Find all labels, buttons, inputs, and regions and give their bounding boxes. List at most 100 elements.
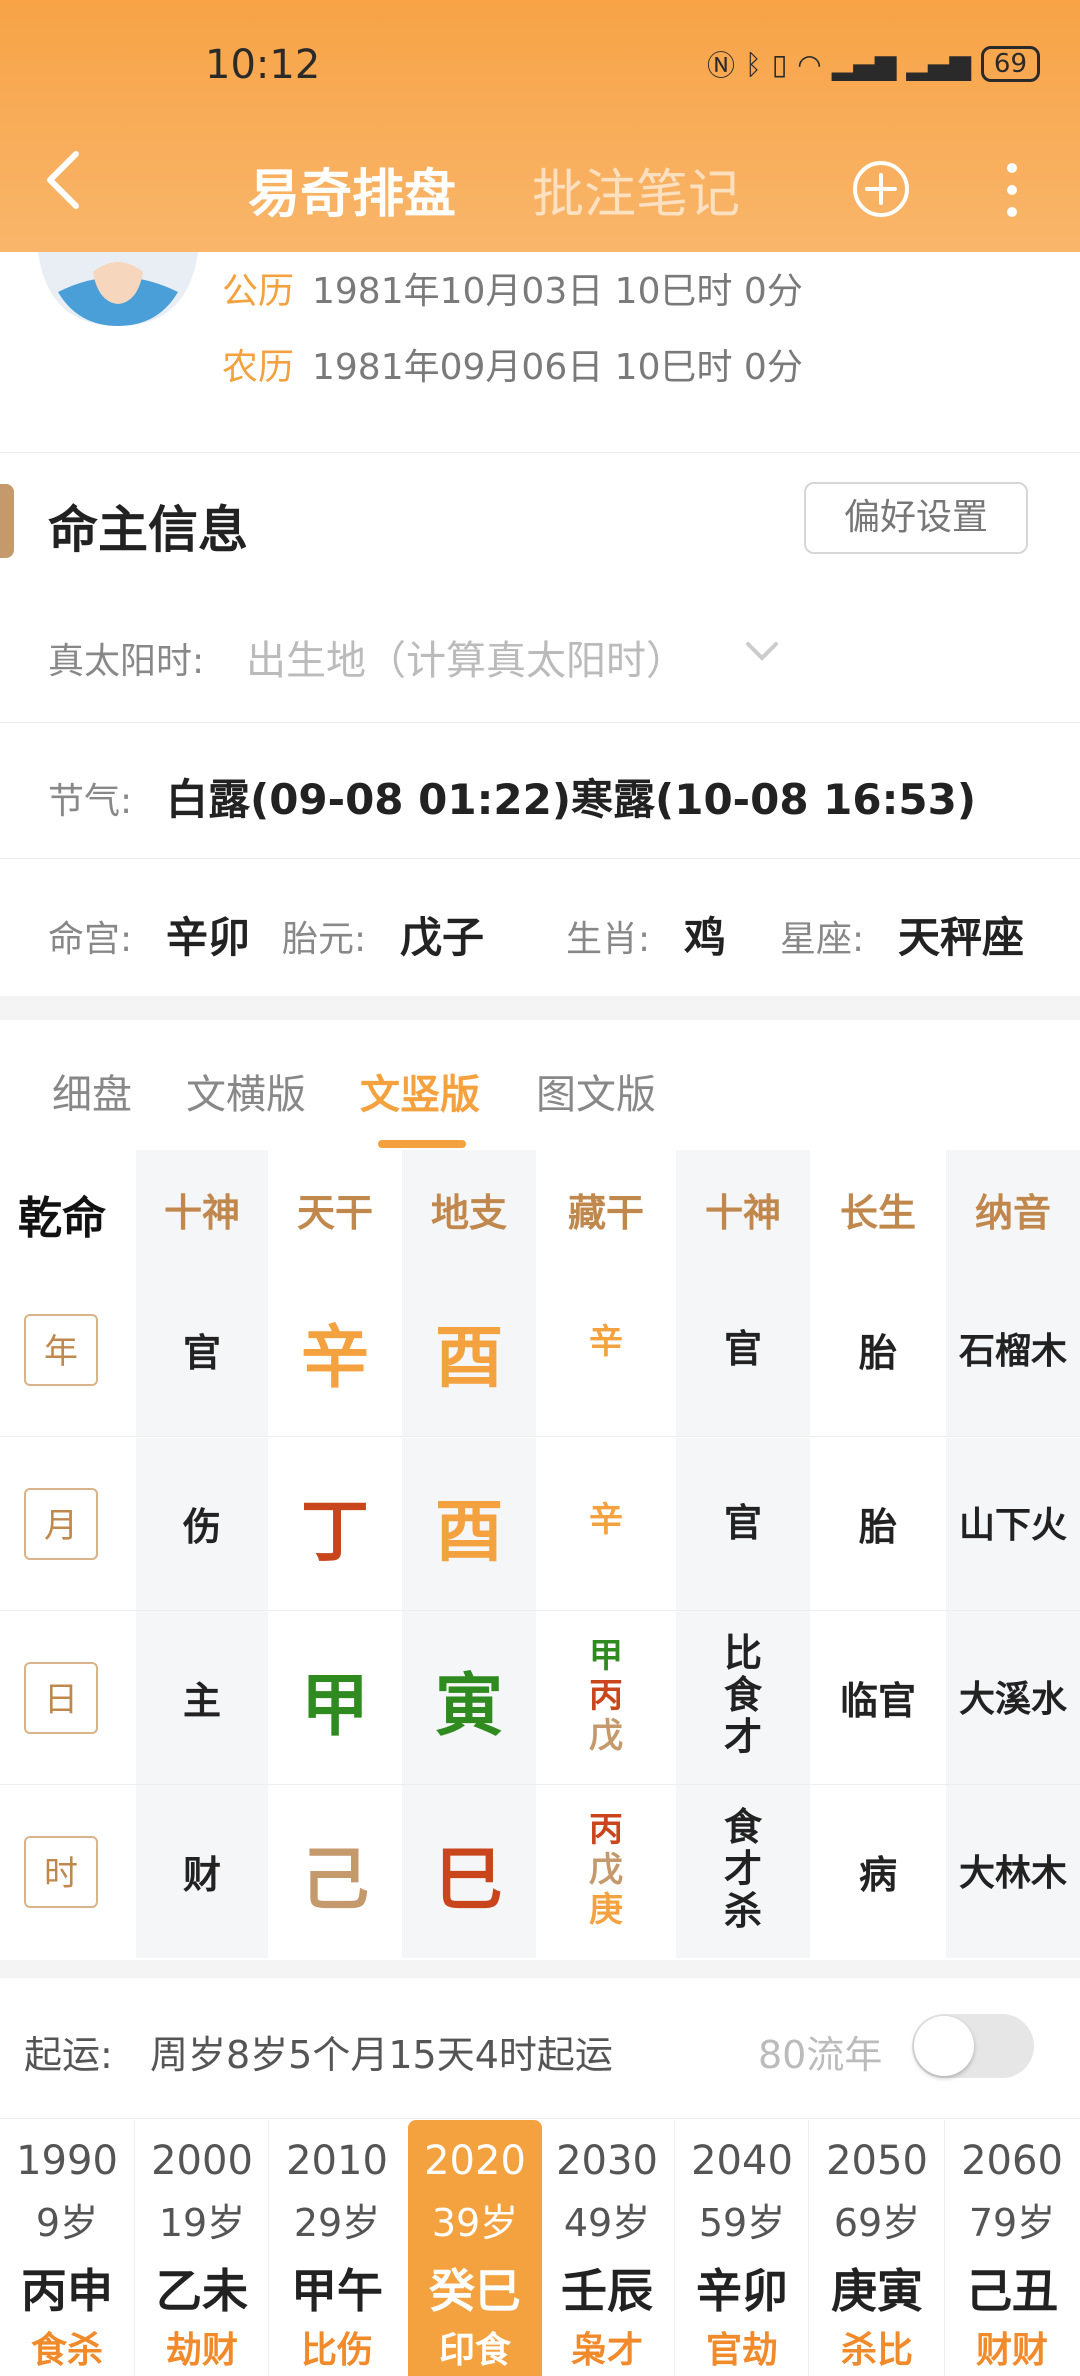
zodiac-value: 鸡: [684, 913, 727, 962]
taiyuan-label: 胎元:: [282, 919, 367, 960]
qiyun-value: 周岁8岁5个月15天4时起运: [150, 2033, 613, 2077]
row-shishen: 主: [182, 1679, 221, 1723]
row-canggan: 辛: [589, 1322, 623, 1362]
add-circle-icon[interactable]: [852, 160, 910, 218]
row-cang-shishen: 比 食 才: [723, 1631, 762, 1759]
divider: [0, 858, 1080, 859]
row-canggan: 甲 丙 戊: [589, 1636, 623, 1756]
row-nayin: 石榴木: [958, 1331, 1067, 1372]
liunian-80-toggle[interactable]: [912, 2014, 1034, 2078]
taiyuan-value: 戊子: [400, 913, 485, 962]
section-accent-bar: [0, 484, 14, 558]
signal-4g-icon: ▂▄▆: [831, 47, 897, 81]
more-vertical-icon[interactable]: [1002, 160, 1022, 220]
header-changsheng: 长生: [839, 1191, 916, 1235]
table-row: 年 官 辛 酉 辛 官 胎 石榴木: [0, 1264, 1080, 1438]
row-changsheng: 胎: [858, 1505, 897, 1549]
liunian-80-label: 80流年: [758, 2033, 883, 2077]
lunar-value: 1981年09月06日 10巳时 0分: [312, 347, 803, 388]
true-solar-label: 真太阳时:: [48, 641, 205, 682]
row-cang-shishen: 官: [723, 1327, 762, 1371]
status-time: 10:12: [205, 42, 321, 88]
pillar-month-tag: 月: [24, 1488, 98, 1560]
header-cang-shishen: 十神: [704, 1191, 781, 1235]
minggong-value: 辛卯: [166, 913, 251, 962]
view-tab-graphic[interactable]: 图文版: [536, 1062, 656, 1120]
row-tiangan: 辛: [300, 1319, 369, 1398]
avatar: [38, 252, 198, 326]
minggong-label: 命宫:: [48, 919, 133, 960]
row-changsheng: 临官: [839, 1679, 916, 1723]
row-canggan: 辛: [589, 1500, 623, 1540]
header-nayin: 纳音: [974, 1191, 1051, 1235]
solar-value: 1981年10月03日 10巳时 0分: [312, 271, 803, 312]
chart-corner-label: 乾命: [18, 1193, 106, 1244]
divider: [0, 2118, 1080, 2119]
row-shishen: 财: [182, 1853, 221, 1897]
row-tiangan: 丁: [300, 1493, 369, 1572]
section-gap: [0, 1960, 1080, 1978]
birthplace-select[interactable]: 出生地（计算真太阳时）: [246, 628, 686, 686]
solar-term-value: 白露(09-08 01:22)寒露(10-08 16:53): [166, 775, 977, 824]
dayun-item[interactable]: 2000 19岁 乙未 劫财: [135, 2138, 269, 2373]
signal-5g-icon: ▂▄▆: [906, 47, 971, 81]
row-cang-shishen: 官: [723, 1501, 762, 1545]
dayun-item[interactable]: 1990 9岁 丙申 食杀: [0, 2138, 134, 2373]
tab-indicator: [378, 1140, 466, 1148]
divider: [0, 452, 1080, 453]
section-gap: [0, 996, 1080, 1020]
status-icons: Ⓝ ᛒ ▯ ◠ ▂▄▆ ▂▄▆ 69: [707, 44, 1040, 84]
battery-icon: 69: [980, 46, 1040, 82]
top-bar: 10:12 Ⓝ ᛒ ▯ ◠ ▂▄▆ ▂▄▆ 69 易奇排盘 批注笔记: [0, 0, 1080, 252]
constellation-value: 天秤座: [898, 913, 1025, 962]
header-shishen: 十神: [163, 1191, 240, 1235]
solar-term-label: 节气:: [48, 781, 133, 822]
row-dizhi: 寅: [434, 1667, 503, 1746]
dayun-item[interactable]: 2010 29岁 甲午 比伤: [270, 2138, 404, 2373]
tab-annotation-notes[interactable]: 批注笔记: [532, 152, 740, 227]
row-nayin: 山下火: [958, 1505, 1067, 1546]
row-nayin: 大林木: [958, 1853, 1067, 1894]
row-shishen: 伤: [182, 1505, 221, 1549]
pillar-hour-tag: 时: [24, 1836, 98, 1908]
view-tab-horizontal[interactable]: 文横版: [186, 1062, 306, 1120]
row-shishen: 官: [182, 1331, 221, 1375]
vibrate-icon: ▯: [771, 47, 788, 81]
view-tab-detail[interactable]: 细盘: [52, 1062, 132, 1120]
table-row: 日 主 甲 寅 甲 丙 戊 比 食 才 临官 大溪水: [0, 1612, 1080, 1784]
qiyun-label: 起运:: [24, 2033, 113, 2077]
pillar-year-tag: 年: [24, 1314, 98, 1386]
dayun-item[interactable]: 2060 79岁 己丑 财财: [945, 2138, 1079, 2373]
nfc-icon: Ⓝ: [707, 49, 736, 82]
header-dizhi: 地支: [430, 1191, 507, 1235]
zodiac-label: 生肖:: [566, 919, 651, 960]
row-dizhi: 酉: [434, 1493, 503, 1572]
row-dizhi: 酉: [434, 1319, 503, 1398]
dayun-item[interactable]: 2030 49岁 壬辰 枭才: [540, 2138, 674, 2373]
chevron-down-icon[interactable]: [744, 640, 780, 664]
dayun-item[interactable]: 2040 59岁 辛卯 官劫: [675, 2138, 809, 2373]
row-nayin: 大溪水: [958, 1679, 1067, 1720]
preference-settings-button[interactable]: 偏好设置: [804, 482, 1028, 554]
table-row: 月 伤 丁 酉 辛 官 胎 山下火: [0, 1438, 1080, 1610]
header-canggan: 藏干: [567, 1191, 644, 1235]
row-tiangan: 甲: [300, 1667, 369, 1746]
bluetooth-icon: ᛒ: [745, 47, 762, 81]
row-tiangan: 己: [300, 1841, 369, 1920]
toggle-knob: [914, 2016, 974, 2076]
table-row: 时 财 己 巳 丙 戊 庚 食 才 杀 病 大林木: [0, 1786, 1080, 1958]
back-arrow-icon[interactable]: [42, 150, 82, 210]
row-canggan: 丙 戊 庚: [589, 1810, 623, 1930]
row-dizhi: 巳: [434, 1841, 503, 1920]
divider: [0, 722, 1080, 723]
pillar-day-tag: 日: [24, 1662, 98, 1734]
dayun-item-active[interactable]: 2020 39岁 癸巳 印食: [408, 2138, 542, 2373]
header-tiangan: 天干: [296, 1191, 373, 1235]
view-tab-vertical[interactable]: 文竖版: [360, 1062, 480, 1120]
lunar-label: 农历: [222, 347, 295, 388]
section-title: 命主信息: [48, 501, 248, 559]
bazi-chart: 乾命 十神 天干 地支 藏干 十神 长生 纳音 年 官 辛 酉 辛 官 胎 石榴…: [0, 1150, 1080, 1958]
dayun-item[interactable]: 2050 69岁 庚寅 杀比: [810, 2138, 944, 2373]
row-changsheng: 胎: [858, 1331, 897, 1375]
tab-yiqi-paipan[interactable]: 易奇排盘: [248, 152, 456, 227]
